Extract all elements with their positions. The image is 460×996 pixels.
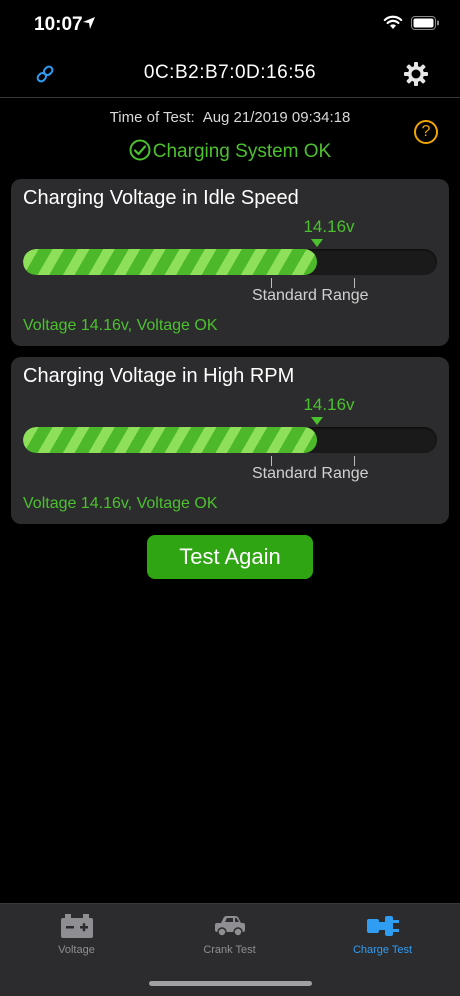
card-title: Charging Voltage in High RPM	[23, 365, 295, 387]
tab-label: Voltage	[58, 944, 95, 956]
status-indicators	[383, 15, 440, 30]
card-title: Charging Voltage in Idle Speed	[23, 187, 299, 209]
voltage-gauge-fill	[23, 249, 317, 275]
car-icon	[214, 916, 245, 937]
reading-pointer	[311, 417, 323, 425]
plug-icon	[366, 916, 399, 936]
system-status: Charging System OK	[0, 139, 460, 163]
reading-pointer	[311, 239, 323, 247]
voltage-reading: 14.16v	[303, 395, 355, 414]
status-bar: 10:07	[0, 0, 460, 50]
gear-icon[interactable]	[402, 60, 430, 88]
test-time-label: Time of Test:	[109, 109, 195, 126]
voltage-message: Voltage 14.16v, Voltage OK	[23, 317, 218, 334]
home-indicator	[149, 981, 312, 986]
test-time-value: Aug 21/2019 09:34:18	[202, 109, 351, 126]
tab-label: Crank Test	[203, 944, 256, 956]
check-circle-icon	[129, 139, 151, 161]
nav-bar: 0C:B2:B7:0D:16:56	[0, 50, 460, 98]
voltage-gauge-fill	[23, 427, 317, 453]
status-time: 10:07	[34, 14, 83, 35]
battery-status-icon	[411, 15, 439, 30]
tab-charge-test[interactable]: Charge Test	[306, 912, 459, 956]
tab-crank-test[interactable]: Crank Test	[153, 912, 306, 956]
high-rpm-voltage-card: Charging Voltage in High RPM 14.16v Stan…	[11, 357, 449, 524]
idle-voltage-card: Charging Voltage in Idle Speed 14.16v St…	[11, 179, 449, 346]
device-address-title: 0C:B2:B7:0D:16:56	[143, 62, 317, 83]
location-arrow-icon	[83, 17, 95, 29]
test-again-button[interactable]: Test Again	[147, 535, 313, 579]
standard-range-label: Standard Range	[252, 465, 369, 482]
wifi-icon	[383, 15, 403, 29]
voltage-gauge	[23, 427, 437, 453]
tab-label: Charge Test	[352, 944, 413, 956]
voltage-reading: 14.16v	[303, 217, 355, 236]
voltage-message: Voltage 14.16v, Voltage OK	[23, 495, 218, 512]
battery-icon	[60, 914, 93, 938]
standard-range-label: Standard Range	[252, 287, 369, 304]
tab-voltage[interactable]: Voltage	[0, 912, 153, 956]
voltage-gauge	[23, 249, 437, 275]
system-status-text: Charging System OK	[152, 141, 332, 162]
test-time: Time of Test: Aug 21/2019 09:34:18	[0, 109, 460, 126]
